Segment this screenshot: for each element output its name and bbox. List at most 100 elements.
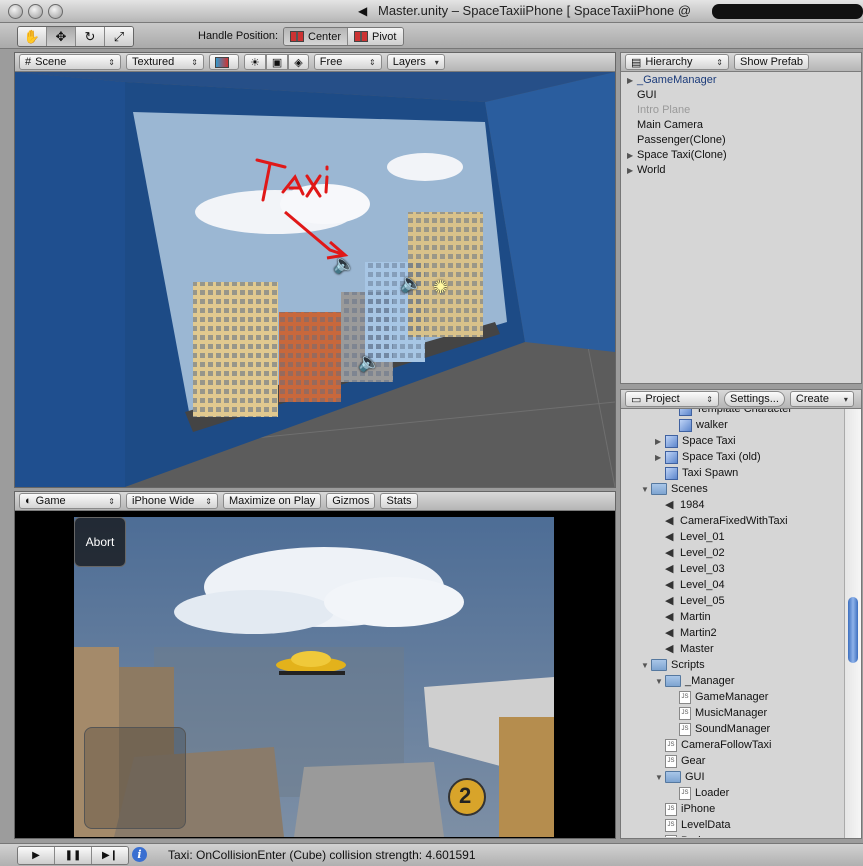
render-mode-dropdown[interactable]: Textured ⇕ [126, 54, 204, 70]
hand-icon[interactable]: ✋ [18, 27, 47, 46]
updown-arrow-icon: ⇕ [706, 394, 713, 404]
settings-button[interactable]: Settings... [724, 391, 785, 407]
hierarchy-panel: ▤ Hierarchy ⇕ Show Prefab ▶ _GameManager GUI… [620, 52, 862, 384]
project-item[interactable]: ◀ Level_01 [655, 530, 725, 545]
hierarchy-item[interactable]: GUI [627, 88, 657, 103]
create-dropdown[interactable]: Create ▾ [789, 391, 854, 407]
project-item[interactable]: ◀ Level_03 [655, 562, 725, 577]
color-swatch-button[interactable] [209, 54, 239, 70]
play-button[interactable]: ▶ [18, 847, 55, 864]
audio-source-icon[interactable]: 🔈 [400, 273, 422, 294]
touch-joystick-pad[interactable] [84, 727, 186, 829]
project-item[interactable]: JS Pad [655, 834, 701, 837]
stats-button[interactable]: Stats [380, 493, 418, 509]
scene-mode-dropdown[interactable]: # Scene ⇕ [19, 54, 121, 70]
audio-source-icon[interactable]: 🔈 [358, 352, 380, 373]
folder-icon [665, 675, 681, 688]
updown-arrow-icon: ⇕ [108, 57, 115, 67]
playback-controls: ▶ ❚❚ ▶❙ [17, 846, 129, 865]
project-item-label: Pad [681, 835, 701, 837]
project-item[interactable]: Taxi Spawn [655, 466, 738, 481]
project-item-label: Martin2 [680, 627, 717, 639]
console-status-message[interactable]: Taxi: OnCollisionEnter (Cube) collision … [168, 848, 476, 862]
hierarchy-item[interactable]: Intro Plane [627, 103, 690, 118]
layers-dropdown[interactable]: Layers ▾ [386, 54, 445, 70]
expand-triangle-icon[interactable]: ▶ [655, 450, 665, 465]
project-scrollbar[interactable] [844, 409, 861, 838]
cube-toggle[interactable]: ◈ [288, 54, 309, 70]
center-button[interactable]: Center [284, 28, 349, 45]
collapse-triangle-icon[interactable]: ▼ [641, 482, 651, 497]
project-item[interactable]: JS iPhone [655, 802, 715, 817]
image-toggle[interactable]: ▣ [265, 54, 289, 70]
project-item[interactable]: JS LevelData [655, 818, 731, 833]
expand-triangle-icon[interactable]: ▶ [627, 148, 637, 163]
collapse-triangle-icon[interactable]: ▼ [655, 770, 665, 785]
project-item[interactable]: JS Gear [655, 754, 705, 769]
collapse-triangle-icon[interactable]: ▼ [655, 674, 665, 689]
scene-viewport[interactable]: 🔈 🔈 🔈 ✺ [15, 72, 615, 487]
move-icon[interactable]: ✥ [47, 27, 76, 46]
project-item[interactable]: ▶ Space Taxi (old) [655, 450, 761, 465]
audio-source-icon[interactable]: 🔈 [333, 254, 355, 275]
project-item-label: Space Taxi [682, 435, 736, 447]
project-item-label: Template Character [696, 409, 792, 415]
rotate-icon[interactable]: ↻ [76, 27, 105, 46]
hierarchy-item[interactable]: Main Camera [627, 118, 703, 133]
project-item-label: Scripts [671, 659, 705, 671]
pause-button[interactable]: ❚❚ [55, 847, 92, 864]
expand-triangle-icon[interactable]: ▶ [627, 73, 637, 88]
project-item[interactable]: walker [669, 418, 728, 433]
project-menu[interactable]: ▭ Project ⇕ [625, 391, 719, 407]
project-item[interactable]: ◀ CameraFixedWithTaxi [655, 514, 788, 529]
zoom-window-button[interactable] [48, 4, 63, 19]
project-item[interactable]: ◀ Martin2 [655, 626, 717, 641]
project-item[interactable]: ◀ 1984 [655, 498, 704, 513]
hierarchy-item[interactable]: Passenger(Clone) [627, 133, 726, 148]
project-item[interactable]: ◀ Level_02 [655, 546, 725, 561]
step-button[interactable]: ▶❙ [92, 847, 128, 864]
maximize-on-play-button[interactable]: Maximize on Play [223, 493, 322, 509]
project-item[interactable]: JS Loader [669, 786, 729, 801]
hierarchy-menu[interactable]: ▤ Hierarchy ⇕ [625, 54, 729, 70]
project-item[interactable]: ▼ Scripts [641, 658, 705, 673]
camera-mode-dropdown[interactable]: Free ⇕ [313, 54, 382, 70]
expand-triangle-icon[interactable]: ▶ [655, 434, 665, 449]
info-icon[interactable]: i [132, 847, 147, 862]
project-item-label: Master [680, 643, 714, 655]
project-item[interactable]: JS MusicManager [669, 706, 767, 721]
project-item[interactable]: JS SoundManager [669, 722, 770, 737]
project-item[interactable]: JS GameManager [669, 690, 768, 705]
hierarchy-menu-label: Hierarchy [645, 56, 693, 68]
light-icon[interactable]: ✺ [433, 277, 448, 298]
project-item[interactable]: JS CameraFollowTaxi [655, 738, 771, 753]
collapse-triangle-icon[interactable]: ▼ [641, 658, 651, 673]
project-item[interactable]: ◀ Level_05 [655, 594, 725, 609]
pivot-button[interactable]: Pivot [348, 28, 403, 45]
project-item[interactable]: ◀ Level_04 [655, 578, 725, 593]
scale-icon[interactable]: ⤢ [105, 27, 133, 46]
project-item[interactable]: ◀ Master [655, 642, 714, 657]
project-item-label: Level_03 [680, 563, 725, 575]
project-item[interactable]: ◀ Martin [655, 610, 711, 625]
project-menu-label: Project [645, 393, 680, 405]
show-prefab-button[interactable]: Show Prefab [734, 54, 809, 70]
hierarchy-item[interactable]: ▶ _GameManager [627, 73, 717, 88]
project-item[interactable]: ▼ _Manager [655, 674, 735, 689]
gizmos-button[interactable]: Gizmos [326, 493, 376, 509]
game-viewport[interactable]: 2 Abort [15, 511, 615, 838]
game-tab-dropdown[interactable]: ◐ Game ⇕ [19, 493, 121, 509]
abort-button[interactable]: Abort [74, 517, 126, 567]
project-item[interactable]: ▶ Space Taxi [655, 434, 736, 449]
project-item[interactable]: Template Character [669, 409, 792, 417]
scrollbar-thumb[interactable] [848, 597, 858, 663]
project-item[interactable]: ▼ Scenes [641, 482, 708, 497]
lighting-toggle[interactable]: ☀ [244, 54, 266, 70]
hierarchy-item[interactable]: ▶ Space Taxi(Clone) [627, 148, 727, 163]
hierarchy-item[interactable]: ▶ World [627, 163, 666, 178]
close-window-button[interactable] [8, 4, 23, 19]
project-item[interactable]: ▼ GUI [655, 770, 705, 785]
aspect-dropdown[interactable]: iPhone Wide ⇕ [126, 493, 218, 509]
minimize-window-button[interactable] [28, 4, 43, 19]
expand-triangle-icon[interactable]: ▶ [627, 163, 637, 178]
